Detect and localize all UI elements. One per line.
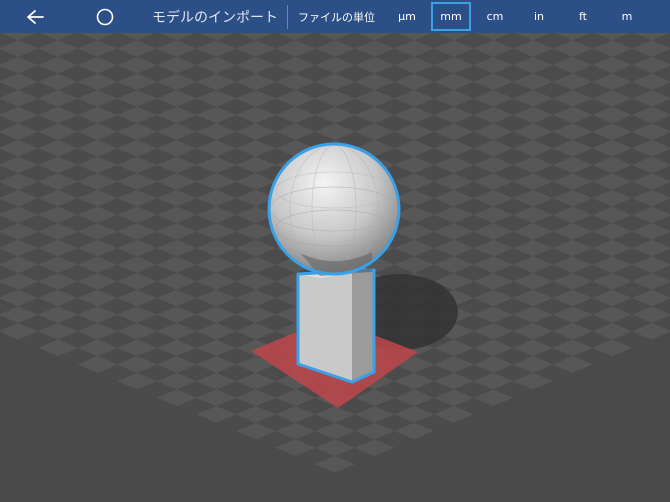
unit-m-button[interactable]: m — [605, 0, 649, 33]
back-button[interactable] — [0, 0, 70, 33]
model-pillar — [296, 266, 376, 384]
page-title: モデルのインポート — [152, 9, 278, 26]
3d-viewport[interactable] — [0, 33, 670, 502]
circle-icon — [96, 8, 114, 25]
arrow-left-icon — [27, 9, 44, 24]
unit-in-button[interactable]: in — [517, 0, 561, 33]
unit-cm-button[interactable]: cm — [473, 0, 517, 33]
unit-um-button[interactable]: μm — [385, 0, 429, 33]
unit-ft-button[interactable]: ft — [561, 0, 605, 33]
toolbar-divider — [287, 4, 288, 29]
file-units-label: ファイルの単位 — [298, 10, 375, 24]
model-sphere — [267, 142, 401, 276]
top-toolbar: モデルのインポート ファイルの単位 μm mm cm in ft m — [0, 0, 670, 33]
home-button[interactable] — [70, 0, 140, 33]
unit-mm-button[interactable]: mm — [429, 0, 473, 33]
